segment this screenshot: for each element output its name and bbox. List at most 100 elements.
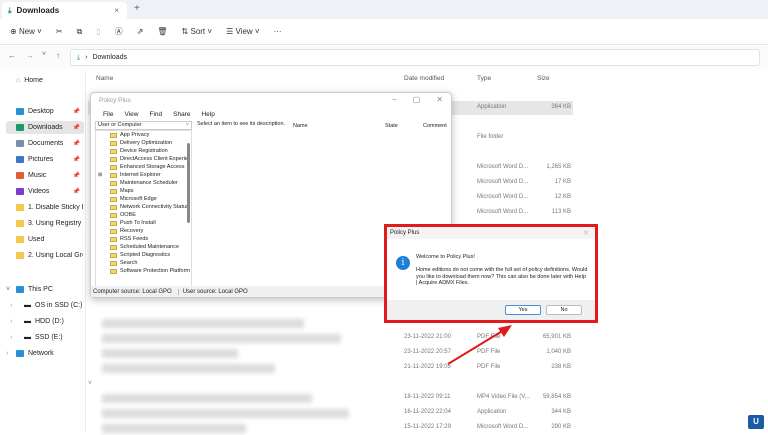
column-state[interactable]: State	[385, 123, 398, 129]
label: Enhanced Storage Access	[120, 164, 185, 170]
menu-view[interactable]: View	[124, 111, 138, 118]
expand-icon[interactable]: ⊞	[98, 172, 102, 178]
sidebar-item[interactable]: 2. Using Local Grou	[6, 249, 84, 262]
sidebar-item-network[interactable]: › Network	[6, 347, 84, 360]
file-row[interactable]: 18-11-2022 09:11 MP4 Video File (V... 59,8…	[88, 391, 573, 405]
folder-icon	[16, 124, 24, 131]
tree-item[interactable]: RSS Feeds	[96, 235, 191, 243]
view-button[interactable]: ☰ View ˅	[226, 27, 260, 36]
tab-downloads[interactable]: ⤓ Downloads ×	[2, 2, 127, 19]
menu-find[interactable]: Find	[149, 111, 162, 118]
tree-item[interactable]: OOBE	[96, 211, 191, 219]
tree-item[interactable]: Maps	[96, 187, 191, 195]
download-icon: ⤓	[8, 5, 12, 15]
group-chevron-icon[interactable]: ˅	[88, 380, 92, 387]
label: Internet Explorer	[120, 172, 161, 178]
folder-icon	[110, 196, 117, 202]
drive-icon: ▬	[24, 302, 31, 309]
folder-icon	[110, 140, 117, 146]
column-size[interactable]: Size	[537, 75, 550, 82]
rename-icon[interactable]: Ⓐ	[115, 26, 123, 37]
column-name[interactable]: Name	[96, 75, 113, 82]
column-type[interactable]: Type	[477, 75, 491, 82]
sidebar-item[interactable]: 1. Disable Sticky Ke	[6, 201, 84, 214]
tree-item[interactable]: Microsoft Edge	[96, 195, 191, 203]
sidebar-item[interactable]: Pictures 📌	[6, 153, 84, 166]
sidebar-item[interactable]: 3. Using Registry Ec	[6, 217, 84, 230]
close-icon[interactable]: ✕	[583, 229, 589, 237]
address-input[interactable]: ⤓ › Downloads	[70, 49, 760, 66]
tree-item[interactable]: Search	[96, 259, 191, 267]
blurred-filename	[102, 364, 275, 373]
tree-item[interactable]: Enhanced Storage Access	[96, 163, 191, 171]
tree-item[interactable]: Device Registration	[96, 147, 191, 155]
yes-button[interactable]: Yes	[505, 305, 541, 315]
tree-item[interactable]: Recovery	[96, 227, 191, 235]
column-name[interactable]: Name	[293, 123, 308, 129]
sidebar-item[interactable]: Desktop 📌	[6, 105, 84, 118]
cut-icon[interactable]: ✂	[56, 27, 63, 36]
tree-item[interactable]: ⊞ Internet Explorer	[96, 171, 191, 179]
tree-item[interactable]: DirectAccess Client Experie	[96, 155, 191, 163]
tree-item[interactable]: Software Protection Platform	[96, 267, 191, 275]
no-button[interactable]: No	[546, 305, 582, 315]
tree-item[interactable]: Scripted Diagnostics	[96, 251, 191, 259]
minimize-icon[interactable]: –	[392, 95, 396, 104]
pin-icon: 📌	[72, 173, 80, 179]
tree-item[interactable]: App Privacy	[96, 131, 191, 139]
scope-select[interactable]: User or Computer ˅	[95, 121, 192, 130]
paste-icon[interactable]: ▯	[96, 27, 100, 36]
tab-close-button[interactable]: ×	[114, 6, 119, 15]
more-button[interactable]: ···	[274, 27, 282, 36]
column-date[interactable]: Date modified	[404, 75, 444, 82]
category-tree[interactable]: App Privacy Delivery Optimization Device R…	[95, 130, 192, 287]
recent-icon[interactable]: ˅	[42, 51, 46, 58]
folder-icon	[16, 204, 24, 211]
delete-icon[interactable]: 🗑	[157, 27, 167, 36]
tree-scrollbar[interactable]	[187, 143, 190, 223]
copy-icon[interactable]: ⧉	[77, 27, 83, 37]
folder-icon	[110, 260, 117, 266]
column-comment[interactable]: Comment	[423, 123, 447, 129]
chevron-down-icon: ˅	[185, 122, 189, 128]
close-icon[interactable]: ✕	[436, 95, 443, 104]
back-icon[interactable]: ←	[8, 51, 16, 60]
share-icon[interactable]: ⇗	[137, 27, 144, 36]
sidebar-item[interactable]: Music 📌	[6, 169, 84, 182]
sidebar-item-this-pc[interactable]: ˅ This PC	[6, 283, 84, 296]
tree-item[interactable]: Maintenance Scheduler	[96, 179, 191, 187]
menu-share[interactable]: Share	[173, 111, 190, 118]
sort-button[interactable]: ⇅ Sort ˅	[182, 27, 213, 36]
new-button[interactable]: ⊕ New ˅	[10, 27, 42, 36]
menu-file[interactable]: File	[103, 111, 113, 118]
sidebar-item[interactable]: Videos 📌	[6, 185, 84, 198]
maximize-icon[interactable]: ▢	[413, 95, 421, 104]
scope-value: User or Computer	[98, 122, 142, 128]
folder-icon	[110, 220, 117, 226]
label: Scripted Diagnostics	[120, 252, 171, 258]
new-tab-button[interactable]: +	[134, 3, 140, 14]
tree-item[interactable]: Network Connectivity Status	[96, 203, 191, 211]
menu-help[interactable]: Help	[201, 111, 214, 118]
sidebar-item[interactable]: Downloads 📌	[6, 121, 84, 134]
sidebar-item[interactable]: Used	[6, 233, 84, 246]
up-icon[interactable]: ↑	[56, 51, 60, 60]
tree-item[interactable]: Delivery Optimization	[96, 139, 191, 147]
tree-item[interactable]: Push To Install	[96, 219, 191, 227]
folder-icon	[16, 236, 24, 243]
file-row[interactable]: 16-11-2022 22:04 Application 344 KB	[88, 406, 573, 420]
sidebar-item-home[interactable]: ⌂ Home	[6, 74, 84, 87]
label: Videos	[28, 188, 50, 195]
sidebar-item-drive-e[interactable]: › ▬ SSD (E:)	[6, 331, 84, 344]
folder-icon	[16, 108, 24, 115]
tree-item[interactable]: Scheduled Maintenance	[96, 243, 191, 251]
sidebar-item-drive-d[interactable]: › ▬ HDD (D:)	[6, 315, 84, 328]
folder-icon	[16, 252, 24, 259]
view-label: View	[235, 27, 253, 36]
forward-icon[interactable]: →	[26, 51, 34, 60]
sidebar-item-drive-c[interactable]: › ▬ OS in SSD (C:)	[6, 299, 84, 312]
pin-icon: 📌	[72, 125, 80, 131]
folder-icon	[110, 268, 117, 274]
sidebar-item[interactable]: Documents 📌	[6, 137, 84, 150]
folder-icon	[16, 220, 24, 227]
